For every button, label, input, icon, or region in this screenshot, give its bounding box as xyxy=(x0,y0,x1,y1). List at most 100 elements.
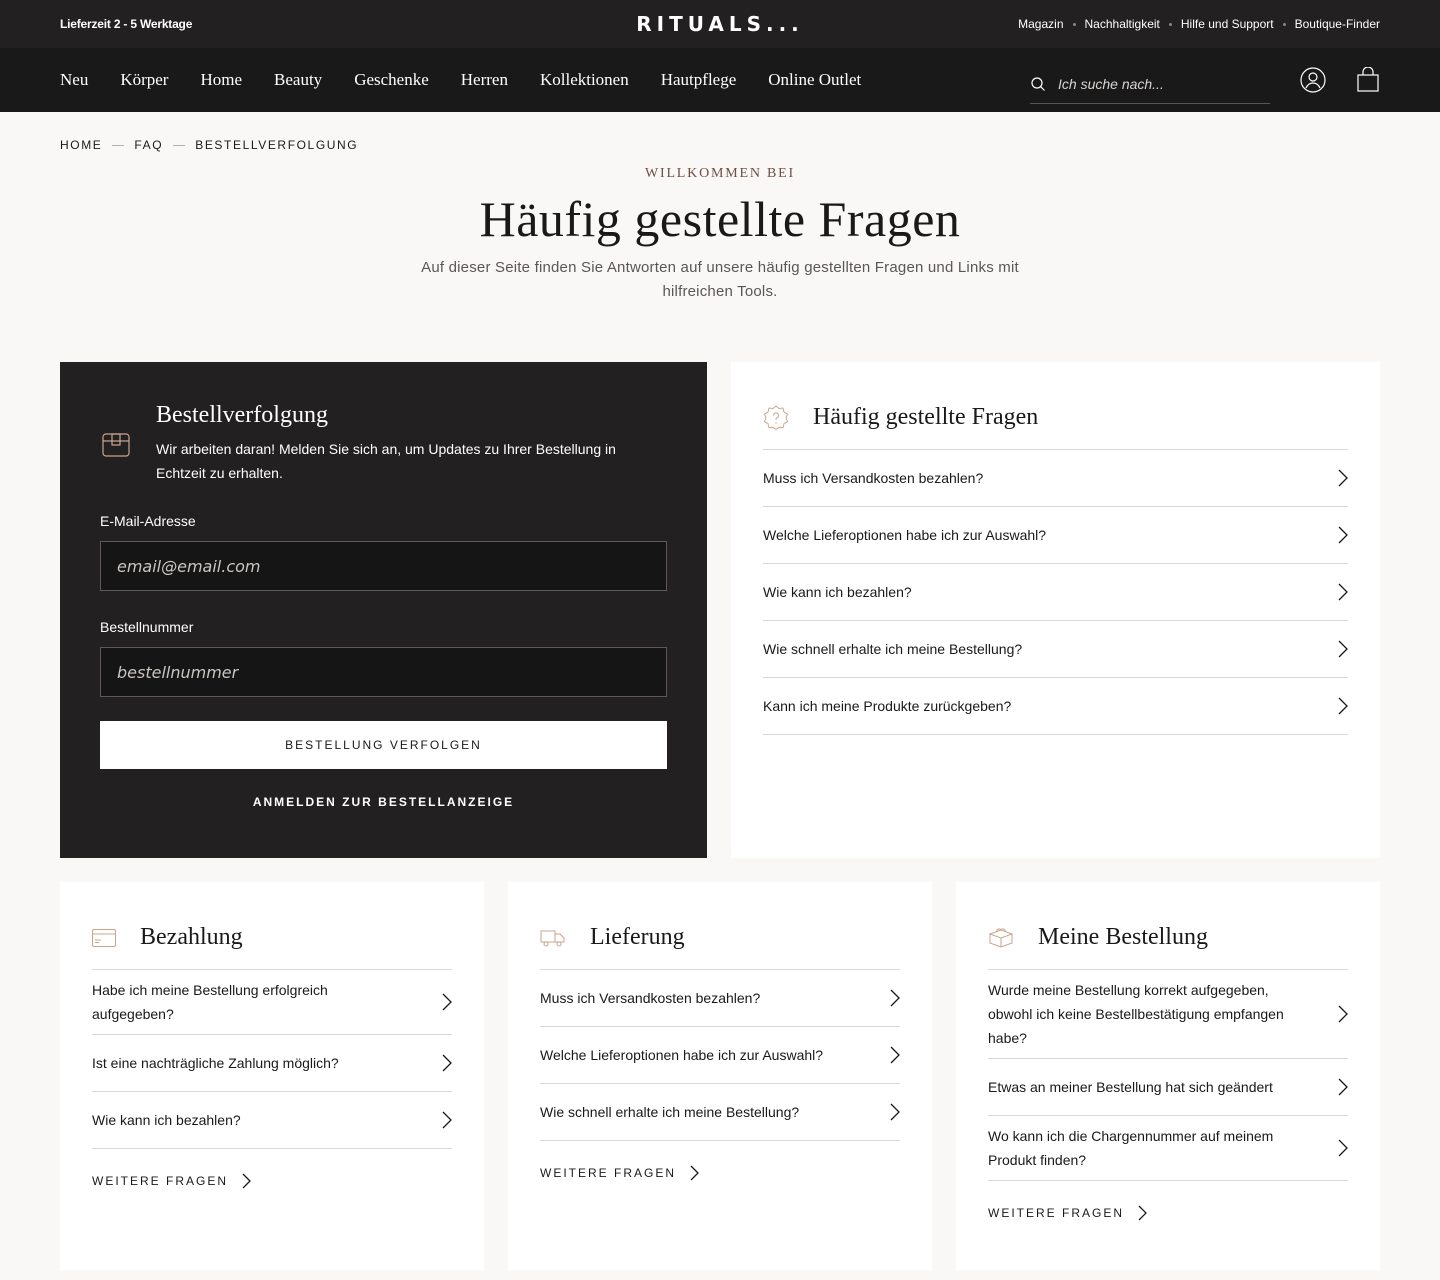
hero-section: WILLKOMMEN BEI Häufig gestellte Fragen A… xyxy=(0,166,1440,304)
faq-item-label: Wo kann ich die Chargennummer auf meinem… xyxy=(988,1128,1274,1168)
link-nachhaltigkeit[interactable]: Nachhaltigkeit xyxy=(1085,17,1160,31)
separator-dot xyxy=(1072,22,1076,26)
separator-dot xyxy=(1168,22,1172,26)
chevron-right-icon xyxy=(690,1165,699,1181)
search-icon[interactable] xyxy=(1030,76,1046,92)
chevron-right-icon xyxy=(1338,526,1348,544)
email-field[interactable] xyxy=(100,541,667,591)
faq-item[interactable]: Wie kann ich bezahlen? xyxy=(92,1092,452,1149)
faq-item-label: Welche Lieferoptionen habe ich zur Auswa… xyxy=(540,1047,824,1063)
chevron-right-icon xyxy=(890,989,900,1007)
breadcrumb-separator xyxy=(173,144,186,146)
link-hilfe-support[interactable]: Hilfe und Support xyxy=(1181,17,1274,31)
faq-main-title: Häufig gestellte Fragen xyxy=(813,404,1039,430)
top-row: Bestellverfolgung Wir arbeiten daran! Me… xyxy=(0,362,1440,858)
chevron-right-icon xyxy=(442,1111,452,1129)
breadcrumb: HOME FAQ BESTELLVERFOLGUNG xyxy=(0,112,1440,152)
login-order-link[interactable]: ANMELDEN ZUR BESTELLANZEIGE xyxy=(100,795,667,809)
faq-item[interactable]: Kann ich meine Produkte zurückgeben? xyxy=(763,678,1348,735)
faq-item-label: Welche Lieferoptionen habe ich zur Auswa… xyxy=(763,527,1047,543)
breadcrumb-faq[interactable]: FAQ xyxy=(134,138,163,152)
more-questions-label: WEITERE FRAGEN xyxy=(540,1166,677,1180)
chevron-right-icon xyxy=(1338,583,1348,601)
category-row: Bezahlung Habe ich meine Bestellung erfo… xyxy=(0,882,1440,1270)
gift-box-icon xyxy=(988,927,1014,949)
utility-links: Magazin Nachhaltigkeit Hilfe und Support… xyxy=(1018,17,1380,31)
main-navigation: Neu Körper Home Beauty Geschenke Herren … xyxy=(0,48,1440,112)
nav-item-beauty[interactable]: Beauty xyxy=(274,70,322,90)
faq-item-label: Muss ich Versandkosten bezahlen? xyxy=(540,990,761,1006)
faq-main-header: Häufig gestellte Fragen xyxy=(763,394,1348,450)
nav-item-home[interactable]: Home xyxy=(200,70,242,90)
page-subtitle: Auf dieser Seite finden Sie Antworten au… xyxy=(421,259,1019,300)
link-magazin[interactable]: Magazin xyxy=(1018,17,1063,31)
chevron-right-icon xyxy=(890,1103,900,1121)
more-questions-label: WEITERE FRAGEN xyxy=(92,1174,229,1188)
category-header: Lieferung xyxy=(540,914,900,970)
more-questions-label: WEITERE FRAGEN xyxy=(988,1206,1125,1220)
breadcrumb-home[interactable]: HOME xyxy=(60,138,102,152)
nav-item-kollektionen[interactable]: Kollektionen xyxy=(540,70,629,90)
chevron-right-icon xyxy=(1338,640,1348,658)
faq-item-label: Muss ich Versandkosten bezahlen? xyxy=(763,470,984,486)
faq-item[interactable]: Etwas an meiner Bestellung hat sich geän… xyxy=(988,1059,1348,1116)
category-title: Lieferung xyxy=(590,924,685,950)
breadcrumb-current: BESTELLVERFOLGUNG xyxy=(195,138,359,152)
faq-item[interactable]: Wie schnell erhalte ich meine Bestellung… xyxy=(540,1084,900,1141)
account-icon[interactable] xyxy=(1300,67,1326,93)
category-header: Meine Bestellung xyxy=(988,914,1348,970)
faq-item-label: Etwas an meiner Bestellung hat sich geän… xyxy=(988,1079,1273,1095)
link-boutique-finder[interactable]: Boutique-Finder xyxy=(1295,17,1380,31)
faq-item-label: Wie schnell erhalte ich meine Bestellung… xyxy=(763,641,1023,657)
more-questions-link[interactable]: WEITERE FRAGEN xyxy=(540,1165,900,1181)
search-input[interactable] xyxy=(1058,75,1258,92)
delivery-info: Lieferzeit 2 - 5 Werktage xyxy=(60,17,193,31)
category-title: Bezahlung xyxy=(140,924,243,950)
order-tracking-panel: Bestellverfolgung Wir arbeiten daran! Me… xyxy=(60,362,707,858)
header-icons xyxy=(1300,67,1380,93)
faq-item[interactable]: Wo kann ich die Chargennummer auf meinem… xyxy=(988,1116,1348,1181)
question-badge-icon xyxy=(763,404,789,431)
chevron-right-icon xyxy=(1338,697,1348,715)
faq-item[interactable]: Welche Lieferoptionen habe ich zur Auswa… xyxy=(763,507,1348,564)
faq-item[interactable]: Wurde meine Bestellung korrekt aufgegebe… xyxy=(988,970,1348,1059)
nav-item-online-outlet[interactable]: Online Outlet xyxy=(768,70,861,90)
order-number-label: Bestellnummer xyxy=(100,619,194,635)
delivery-truck-icon xyxy=(540,928,566,948)
faq-item-label: Wurde meine Bestellung korrekt aufgegebe… xyxy=(988,982,1284,1046)
nav-item-neu[interactable]: Neu xyxy=(60,70,88,90)
category-header: Bezahlung xyxy=(92,914,452,970)
cart-icon[interactable] xyxy=(1356,67,1380,93)
page-title: Häufig gestellte Fragen xyxy=(479,191,961,247)
track-order-button[interactable]: BESTELLUNG VERFOLGEN xyxy=(100,721,667,769)
faq-item-label: Wie kann ich bezahlen? xyxy=(763,584,912,600)
faq-main-card: Häufig gestellte Fragen Muss ich Versand… xyxy=(731,362,1380,858)
faq-item-label: Habe ich meine Bestellung erfolgreich au… xyxy=(92,982,328,1022)
package-icon xyxy=(100,428,132,460)
rituals-logo[interactable]: RITUALS... xyxy=(636,12,804,36)
tracking-title: Bestellverfolgung xyxy=(156,402,328,428)
chevron-right-icon xyxy=(1338,1139,1348,1157)
more-questions-link[interactable]: WEITERE FRAGEN xyxy=(92,1173,452,1189)
nav-item-hautpflege[interactable]: Hautpflege xyxy=(661,70,737,90)
search-box xyxy=(1030,64,1270,104)
category-card-lieferung: Lieferung Muss ich Versandkosten bezahle… xyxy=(508,882,932,1270)
nav-item-koerper[interactable]: Körper xyxy=(120,70,168,90)
faq-item[interactable]: Wie kann ich bezahlen? xyxy=(763,564,1348,621)
faq-item[interactable]: Muss ich Versandkosten bezahlen? xyxy=(540,970,900,1027)
faq-item[interactable]: Habe ich meine Bestellung erfolgreich au… xyxy=(92,970,452,1035)
more-questions-link[interactable]: WEITERE FRAGEN xyxy=(988,1205,1348,1221)
faq-item[interactable]: Welche Lieferoptionen habe ich zur Auswa… xyxy=(540,1027,900,1084)
category-card-bezahlung: Bezahlung Habe ich meine Bestellung erfo… xyxy=(60,882,484,1270)
faq-item[interactable]: Wie schnell erhalte ich meine Bestellung… xyxy=(763,621,1348,678)
credit-card-icon xyxy=(92,928,116,947)
tracking-description: Wir arbeiten daran! Melden Sie sich an, … xyxy=(156,441,616,481)
chevron-right-icon xyxy=(1338,1005,1348,1023)
email-label: E-Mail-Adresse xyxy=(100,513,196,529)
chevron-right-icon xyxy=(1338,1078,1348,1096)
nav-item-herren[interactable]: Herren xyxy=(461,70,508,90)
nav-item-geschenke[interactable]: Geschenke xyxy=(354,70,429,90)
faq-item[interactable]: Muss ich Versandkosten bezahlen? xyxy=(763,450,1348,507)
faq-item[interactable]: Ist eine nachträgliche Zahlung möglich? xyxy=(92,1035,452,1092)
order-number-field[interactable] xyxy=(100,647,667,697)
